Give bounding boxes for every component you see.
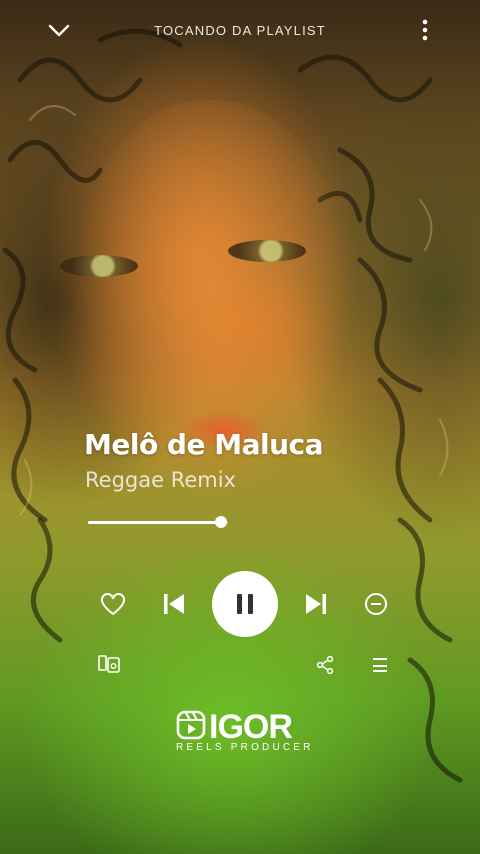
progress-fill <box>88 521 221 524</box>
track-title: Melô de Maluca <box>84 428 324 461</box>
portrait-right-eye <box>228 240 306 262</box>
play-pause-button[interactable] <box>212 571 278 637</box>
more-vertical-icon[interactable] <box>414 16 436 46</box>
reels-logo-icon <box>176 710 206 740</box>
progress-knob[interactable] <box>215 516 227 528</box>
skip-previous-icon[interactable] <box>158 588 190 620</box>
heart-icon[interactable] <box>98 590 128 620</box>
watermark-logo: IGOR REELS PRODUCER <box>172 706 312 758</box>
progress-slider[interactable] <box>88 514 228 530</box>
queue-icon[interactable] <box>368 653 392 677</box>
track-subtitle: Reggae Remix <box>85 468 236 492</box>
share-icon[interactable] <box>313 653 337 677</box>
minus-circle-icon[interactable] <box>361 589 391 619</box>
devices-icon[interactable] <box>96 652 122 676</box>
portrait-left-eye <box>60 255 138 277</box>
now-playing-context: TOCANDO DA PLAYLIST <box>154 23 326 38</box>
watermark-tagline: REELS PRODUCER <box>176 742 314 753</box>
skip-next-icon[interactable] <box>300 588 332 620</box>
pause-icon <box>237 594 253 614</box>
top-bar: TOCANDO DA PLAYLIST <box>0 0 480 62</box>
